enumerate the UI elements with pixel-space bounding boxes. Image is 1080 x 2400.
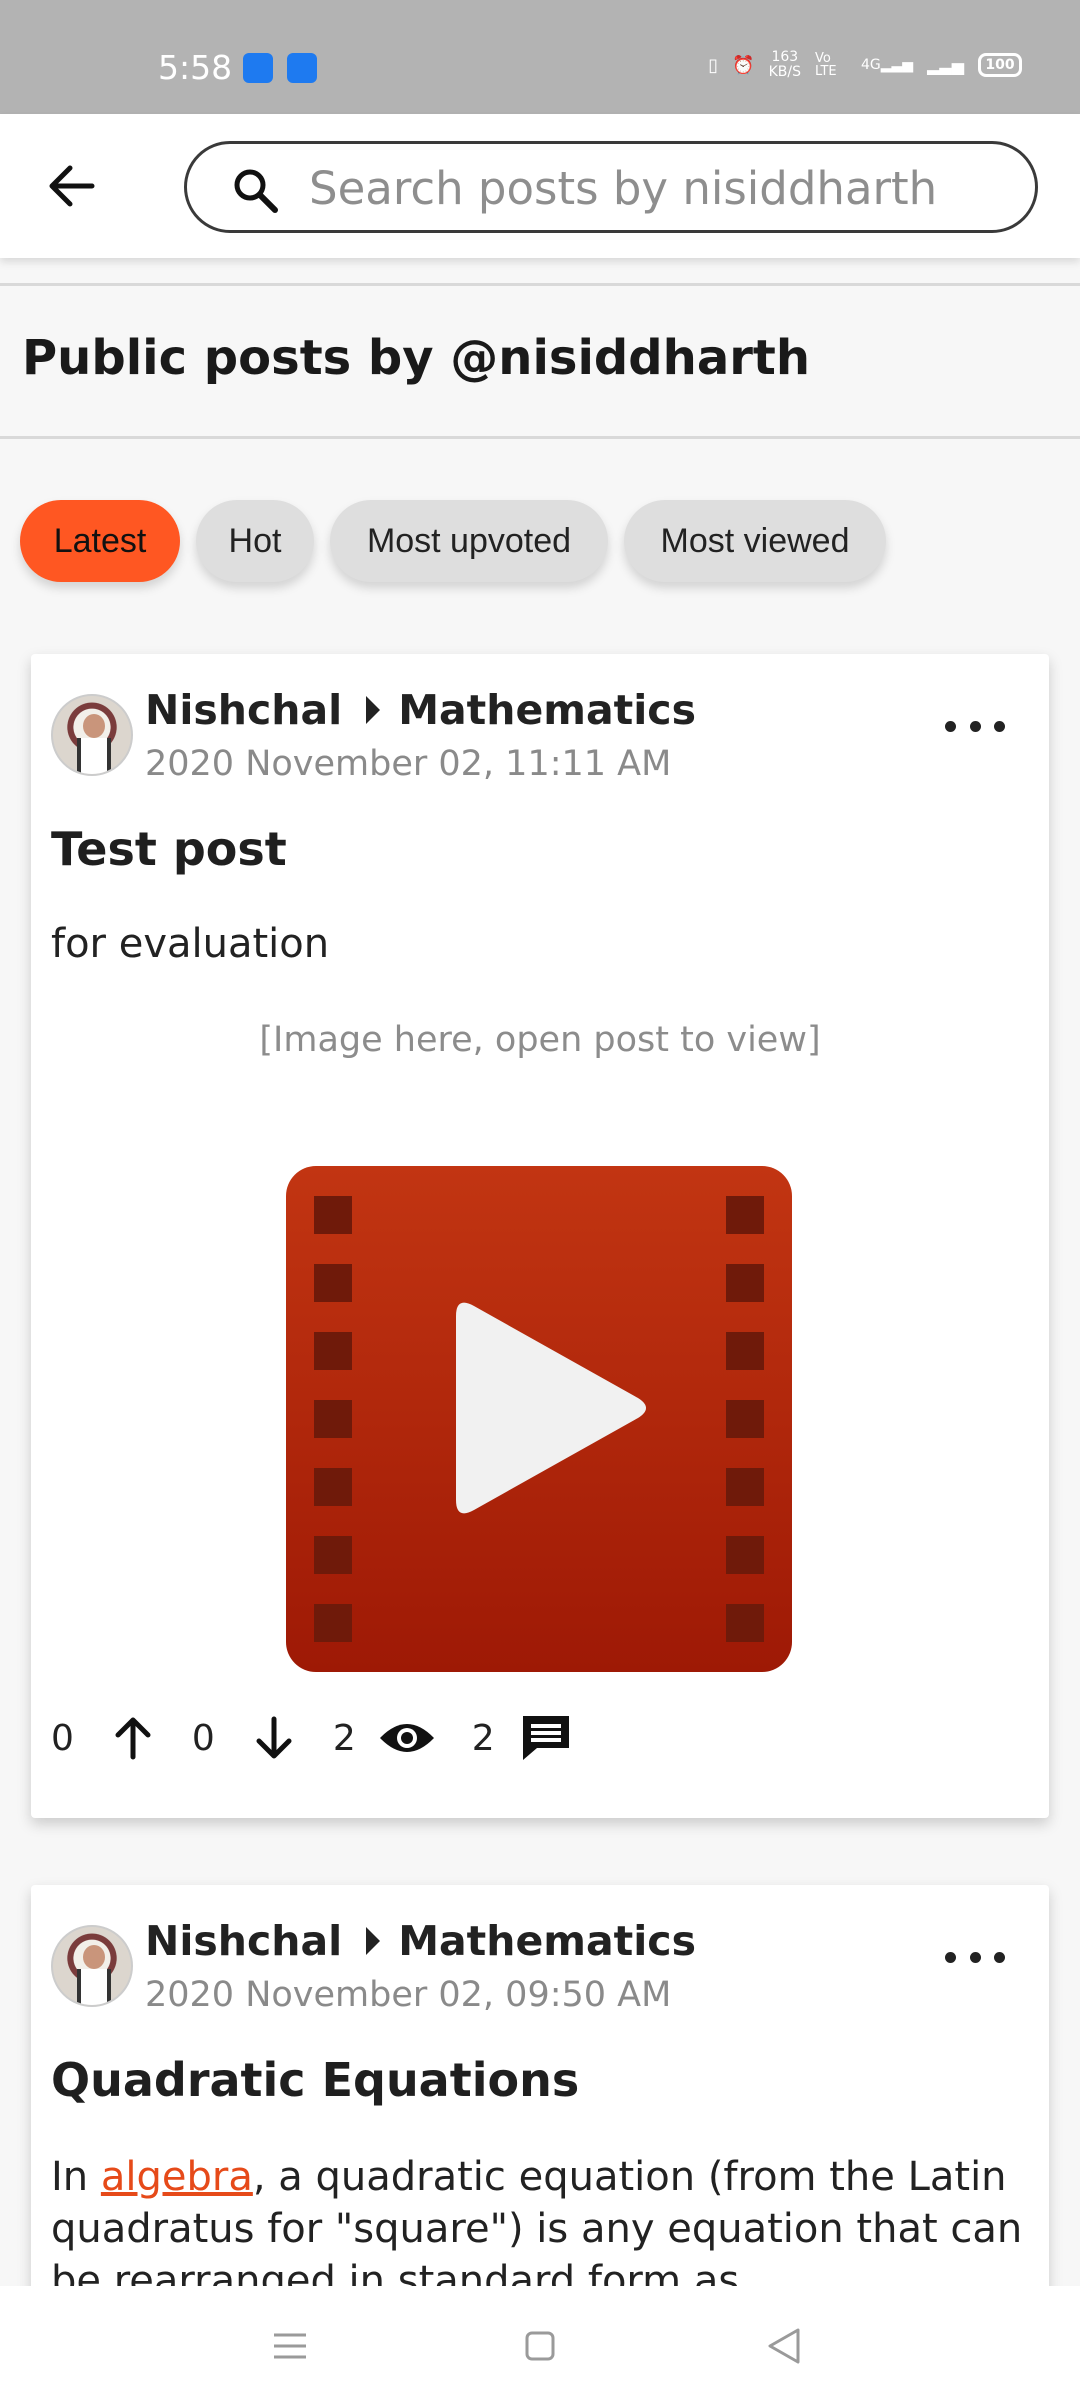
dot-icon bbox=[994, 1951, 1005, 1963]
post-body: In algebra, a quadratic equation (from t… bbox=[51, 2154, 1023, 2304]
comment-count: 2 bbox=[471, 1717, 495, 1759]
alarm-icon: ⏰ bbox=[732, 54, 755, 76]
post-card[interactable]: Nishchal Mathematics 2020 November 02, 0… bbox=[31, 1885, 1049, 2305]
app-bar bbox=[0, 114, 1080, 258]
avatar[interactable] bbox=[51, 694, 133, 776]
net-speed: 163 KB/S bbox=[768, 49, 801, 80]
chip-most-upvoted[interactable]: Most upvoted bbox=[330, 500, 608, 582]
back-nav-button[interactable] bbox=[754, 2316, 814, 2376]
navigation-bar bbox=[0, 2286, 1080, 2400]
post-card[interactable]: Nishchal Mathematics 2020 November 02, 1… bbox=[31, 654, 1049, 1818]
page-title: Public posts by @nisiddharth bbox=[22, 330, 810, 386]
post-body: for evaluation bbox=[51, 921, 330, 967]
chip-hot[interactable]: Hot bbox=[196, 500, 314, 582]
signal-4g-icon: 4G▂▃▅ bbox=[861, 57, 914, 73]
dot-icon bbox=[945, 1951, 956, 1963]
post-stats: 0 0 2 2 bbox=[51, 1712, 573, 1764]
downvote-count: 0 bbox=[191, 1717, 215, 1759]
search-icon bbox=[234, 169, 278, 213]
author-name[interactable]: Nishchal bbox=[145, 686, 342, 734]
upvote-count: 0 bbox=[51, 1717, 74, 1759]
usb-notification-icon bbox=[287, 53, 317, 83]
chip-most-viewed[interactable]: Most viewed bbox=[624, 500, 886, 582]
author-name[interactable]: Nishchal bbox=[145, 1917, 342, 1965]
dot-icon bbox=[994, 720, 1005, 732]
post-date: 2020 November 02, 09:50 AM bbox=[145, 1975, 672, 2015]
status-indicators: ▯ ⏰ 163 KB/S Vo LTE 4G▂▃▅ ▂▃▅ 100 bbox=[708, 50, 1022, 80]
menu-nav-button[interactable] bbox=[260, 2316, 320, 2376]
search-input[interactable] bbox=[309, 158, 1009, 218]
image-placeholder-note: [Image here, open post to view] bbox=[259, 1020, 821, 1060]
post-date: 2020 November 02, 11:11 AM bbox=[145, 744, 672, 784]
status-time: 5:58 bbox=[158, 48, 233, 87]
android-notification-icon bbox=[243, 53, 273, 83]
dot-icon bbox=[945, 720, 956, 732]
post-title[interactable]: Test post bbox=[51, 822, 287, 876]
post-title[interactable]: Quadratic Equations bbox=[51, 2053, 579, 2107]
eye-icon bbox=[379, 1724, 434, 1752]
home-nav-button[interactable] bbox=[510, 2316, 570, 2376]
caret-right-icon bbox=[366, 696, 381, 724]
sort-chips: Latest Hot Most upvoted Most viewed bbox=[20, 500, 886, 582]
upvote-arrow-icon[interactable] bbox=[110, 1715, 156, 1761]
post-header: Nishchal Mathematics bbox=[145, 1917, 696, 1965]
battery-icon: 100 bbox=[978, 53, 1022, 77]
status-bar: 5:58 ▯ ⏰ 163 KB/S Vo LTE 4G▂▃▅ ▂▃▅ 100 bbox=[0, 0, 1080, 114]
search-bar[interactable] bbox=[184, 141, 1038, 233]
volte-icon: Vo LTE bbox=[815, 51, 837, 79]
post-header: Nishchal Mathematics bbox=[145, 686, 696, 734]
divider-bottom bbox=[0, 436, 1080, 439]
back-button[interactable] bbox=[36, 156, 108, 216]
dot-icon bbox=[969, 720, 981, 732]
back-triangle-icon bbox=[768, 2328, 800, 2364]
vibrate-icon: ▯ bbox=[708, 54, 719, 76]
avatar[interactable] bbox=[51, 1925, 133, 2007]
view-count: 2 bbox=[332, 1717, 356, 1759]
comment-icon[interactable] bbox=[519, 1712, 573, 1764]
back-arrow-icon bbox=[49, 165, 95, 207]
more-options-button[interactable] bbox=[945, 706, 1005, 746]
caret-right-icon bbox=[366, 1927, 381, 1955]
category-name[interactable]: Mathematics bbox=[398, 1917, 696, 1965]
home-square-icon bbox=[525, 2331, 555, 2361]
algebra-link[interactable]: algebra bbox=[101, 2154, 253, 2200]
downvote-arrow-icon[interactable] bbox=[251, 1715, 297, 1761]
menu-icon bbox=[274, 2333, 306, 2359]
signal-icon: ▂▃▅ bbox=[927, 55, 964, 75]
dot-icon bbox=[969, 1951, 981, 1963]
video-thumbnail-icon[interactable] bbox=[286, 1166, 792, 1672]
divider-top bbox=[0, 283, 1080, 286]
category-name[interactable]: Mathematics bbox=[398, 686, 696, 734]
more-options-button[interactable] bbox=[945, 1937, 1005, 1977]
chip-latest[interactable]: Latest bbox=[20, 500, 180, 582]
